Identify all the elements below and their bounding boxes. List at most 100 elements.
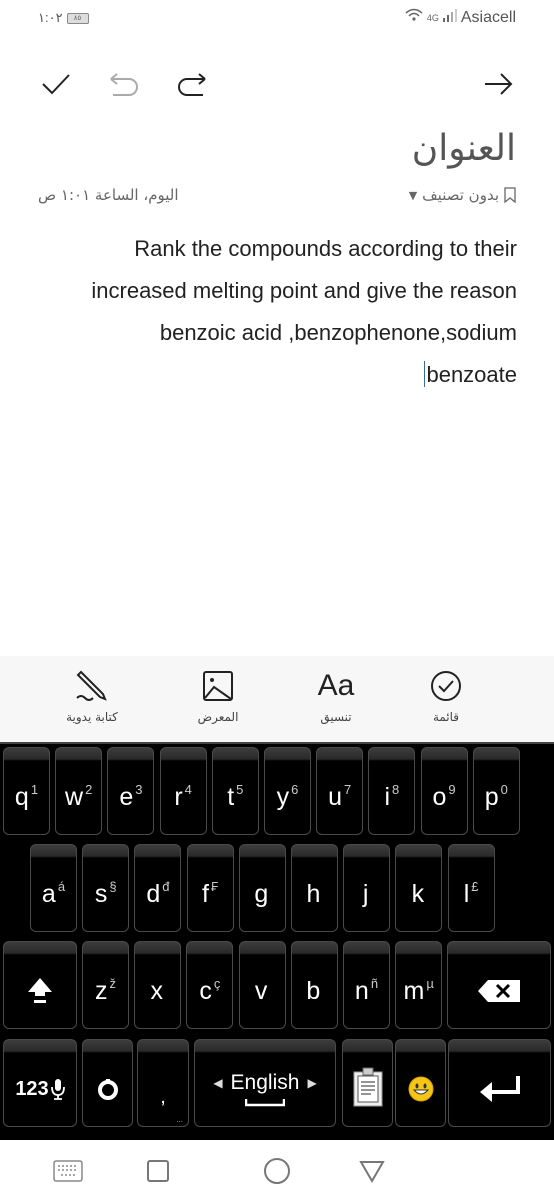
key-g[interactable]: g bbox=[238, 844, 286, 932]
checklist-button[interactable]: قائمة bbox=[396, 668, 496, 724]
key-q[interactable]: q1 bbox=[3, 747, 50, 835]
keyboard-switch-button[interactable] bbox=[50, 1156, 86, 1186]
backspace-icon bbox=[478, 980, 520, 1002]
key-b[interactable]: b bbox=[290, 941, 338, 1029]
checkmark-icon bbox=[42, 74, 70, 95]
key-label: s bbox=[94, 879, 108, 908]
key-label: c bbox=[199, 976, 212, 1005]
redo-button[interactable] bbox=[172, 62, 212, 106]
key-alt-label: á bbox=[57, 878, 66, 894]
dropdown-arrow-icon: ▼ bbox=[408, 188, 418, 202]
key-label: z bbox=[95, 976, 108, 1005]
key-label: r bbox=[174, 782, 183, 811]
key-a[interactable]: aá bbox=[30, 844, 77, 932]
keyboard-icon bbox=[53, 1160, 83, 1182]
key-alt-label: ç bbox=[213, 975, 221, 991]
key-alt-label: § bbox=[109, 878, 117, 894]
key-h[interactable]: h bbox=[291, 844, 338, 932]
undo-icon bbox=[110, 73, 138, 96]
key-s[interactable]: s § bbox=[82, 844, 130, 932]
key-w[interactable]: w2 bbox=[55, 747, 103, 835]
key-alt-label: µ bbox=[426, 975, 434, 991]
key-y[interactable]: y6 bbox=[264, 747, 311, 835]
carrier-name: Asiacell bbox=[460, 8, 516, 26]
shift-arrow-icon bbox=[28, 978, 52, 1003]
note-title-input[interactable]: العنوان bbox=[412, 128, 516, 169]
note-date: اليوم، الساعة ١:٠١ ص bbox=[38, 186, 179, 204]
back-nav-button[interactable] bbox=[354, 1156, 390, 1186]
back-button[interactable] bbox=[478, 62, 518, 106]
checklist-label: قائمة bbox=[432, 710, 460, 724]
gallery-label: المعرض bbox=[197, 710, 239, 724]
note-body-editor[interactable]: Rank the compounds according to their in… bbox=[30, 228, 517, 396]
keyboard: q1w2e3r4t5y6u7i8o9p0 a á s § d đ f ₣ g h j k l £ zžxc… bbox=[0, 742, 554, 1140]
space-key[interactable]: ◀ English ▶ bbox=[194, 1039, 336, 1127]
key-e[interactable]: e3 bbox=[107, 747, 155, 835]
category-label: بدون تصنيف bbox=[422, 186, 499, 204]
key-u[interactable]: u7 bbox=[316, 747, 364, 835]
format-button[interactable]: Aa تنسيق bbox=[286, 668, 386, 724]
emoji-smiley-icon bbox=[408, 1076, 433, 1102]
key-label: m bbox=[403, 976, 425, 1005]
key-alt-label: 3 bbox=[135, 781, 143, 797]
handwriting-button[interactable]: كتابة يدوية bbox=[42, 668, 142, 724]
note-tools-bar: قائمة Aa تنسيق المعرض كتابة يدوية bbox=[0, 656, 554, 742]
bookmark-icon bbox=[504, 187, 516, 203]
key-label: a bbox=[41, 879, 56, 908]
key-m[interactable]: mµ bbox=[395, 941, 443, 1029]
handwriting-label: كتابة يدوية bbox=[66, 710, 118, 724]
save-button[interactable] bbox=[36, 62, 76, 106]
key-p[interactable]: p0 bbox=[472, 747, 520, 835]
clock: ١:٠٢ bbox=[38, 10, 63, 25]
category-dropdown[interactable]: بدون تصنيف ▼ bbox=[409, 186, 516, 204]
key-f[interactable]: f ₣ bbox=[186, 844, 234, 932]
square-icon bbox=[147, 1160, 169, 1182]
key-label: w bbox=[65, 782, 84, 811]
recents-button[interactable] bbox=[140, 1156, 176, 1186]
clipboard-key[interactable] bbox=[342, 1039, 393, 1127]
key-label: j bbox=[362, 879, 369, 908]
key-t[interactable]: t5 bbox=[211, 747, 259, 835]
key-alt-label: 0 bbox=[500, 781, 508, 797]
key-x[interactable]: x bbox=[134, 941, 182, 1029]
key-l[interactable]: l £ bbox=[447, 844, 495, 932]
key-label: y bbox=[276, 782, 290, 811]
key-alt-label: ñ bbox=[370, 975, 379, 991]
key-r[interactable]: r4 bbox=[159, 747, 207, 835]
key-alt-label: 4 bbox=[184, 781, 192, 797]
key-n[interactable]: nñ bbox=[343, 941, 390, 1029]
key-d[interactable]: dđ bbox=[134, 844, 182, 932]
key-z[interactable]: zž bbox=[82, 941, 129, 1029]
enter-key[interactable] bbox=[448, 1039, 551, 1127]
note-meta: اليوم، الساعة ١:٠١ ص بدون تصنيف ▼ bbox=[38, 186, 516, 208]
key-alt-label: đ bbox=[162, 878, 170, 894]
backspace-key[interactable] bbox=[447, 941, 551, 1029]
wifi-icon bbox=[405, 8, 423, 27]
key-j[interactable]: j bbox=[343, 844, 391, 932]
emoji-key[interactable] bbox=[395, 1039, 446, 1127]
key-alt-label: 8 bbox=[392, 781, 400, 797]
key-k[interactable]: k bbox=[395, 844, 443, 932]
key-i[interactable]: i8 bbox=[368, 747, 416, 835]
undo-button[interactable] bbox=[104, 62, 144, 106]
status-bar: ١:٠٢ ٨٥ 4G Asiacell bbox=[0, 0, 554, 38]
numbers-label: 123 bbox=[15, 1077, 49, 1100]
gallery-button[interactable]: المعرض bbox=[168, 668, 268, 724]
note-toolbar bbox=[0, 62, 554, 106]
shift-key[interactable] bbox=[3, 941, 77, 1029]
key-o[interactable]: o9 bbox=[420, 747, 468, 835]
home-button[interactable] bbox=[259, 1156, 295, 1186]
numbers-mic-key[interactable]: 123 bbox=[3, 1039, 77, 1127]
body-line-last: benzoate bbox=[30, 354, 517, 396]
settings-key[interactable] bbox=[82, 1039, 133, 1127]
redo-icon bbox=[178, 73, 206, 96]
key-c[interactable]: cç bbox=[186, 941, 234, 1029]
comma-label: , bbox=[160, 1085, 166, 1108]
triangle-back-icon bbox=[359, 1161, 385, 1183]
gallery-icon bbox=[203, 671, 233, 701]
language-prev-icon: ◀ bbox=[213, 1076, 223, 1090]
key-label: h bbox=[306, 879, 321, 908]
key-v[interactable]: v bbox=[238, 941, 286, 1029]
format-text-icon: Aa bbox=[317, 669, 355, 702]
comma-key[interactable]: , ... bbox=[137, 1039, 189, 1127]
